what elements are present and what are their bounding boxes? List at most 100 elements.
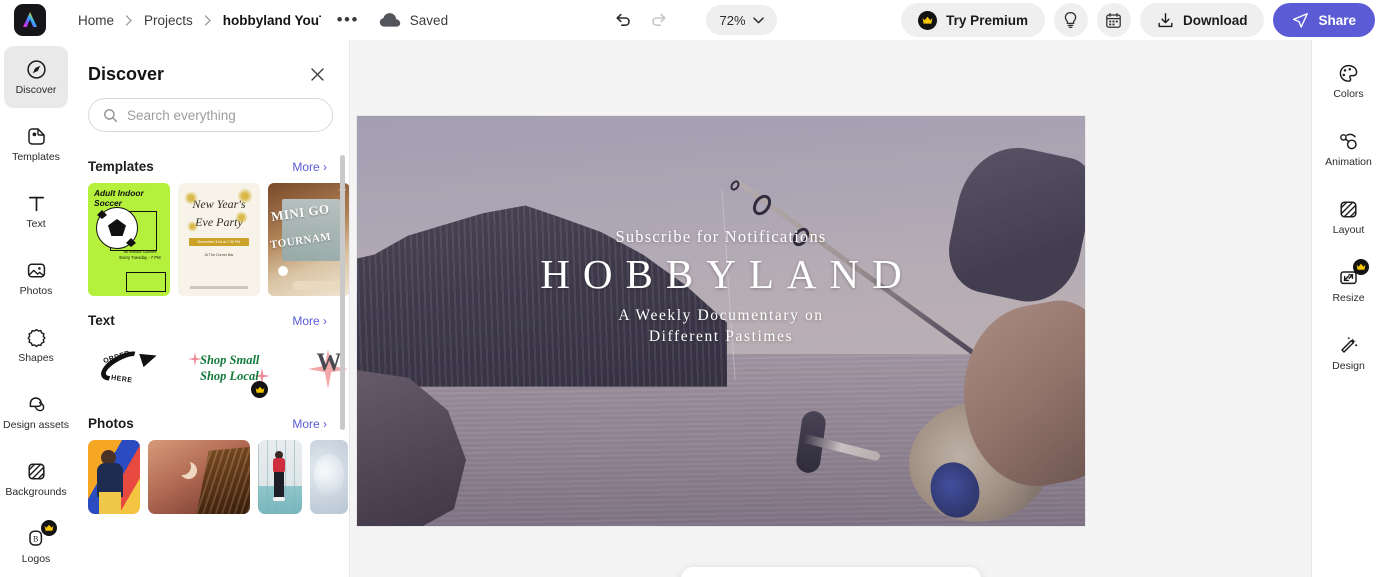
floating-context-toolbar[interactable]	[680, 567, 981, 577]
share-button[interactable]: Share	[1273, 3, 1375, 37]
section-more-link[interactable]: More ›	[292, 314, 327, 328]
sidebar-item-shapes[interactable]: Shapes	[4, 314, 68, 376]
crown-icon	[918, 10, 938, 30]
panel-scroll-area: Templates More › Adult Indoor Soccer 50 …	[72, 142, 349, 577]
section-title: Photos	[88, 416, 134, 431]
sidebar-item-label: Design	[1332, 360, 1365, 373]
section-photos: Photos More ›	[88, 416, 349, 514]
search-box[interactable]	[88, 98, 333, 132]
zoom-level-select[interactable]: 72%	[706, 5, 777, 35]
sidebar-item-label: Animation	[1325, 156, 1372, 169]
download-button[interactable]: Download	[1139, 3, 1265, 37]
discover-panel: Discover Search everything Templates Mor…	[72, 40, 350, 577]
lightbulb-icon	[1062, 11, 1079, 29]
sidebar-item-discover[interactable]: Discover	[4, 46, 68, 108]
text-asset-card[interactable]: Shop Small Shop Local	[186, 337, 276, 399]
artboard-subtitle-line1[interactable]: A Weekly Documentary on	[357, 306, 1085, 327]
backgrounds-icon	[26, 460, 47, 482]
artboard[interactable]: Subscribe for Notifications HOBBYLAND A …	[357, 116, 1085, 526]
text-asset-card[interactable]: ORDER HERE	[88, 337, 178, 399]
sidebar-item-colors[interactable]: Colors	[1316, 52, 1382, 110]
premium-badge-icon	[40, 520, 57, 537]
template-card[interactable]: New Year's Eve Party December 31st at 7:…	[178, 183, 260, 296]
template-card[interactable]: MINI GO TOURNAM ▪▪▪▪▪▪	[268, 183, 349, 296]
sidebar-item-label: Photos	[19, 285, 53, 298]
search-input[interactable]	[127, 107, 318, 123]
photo-icon	[26, 259, 47, 281]
undo-button[interactable]	[608, 5, 638, 35]
try-premium-label: Try Premium	[946, 12, 1028, 28]
template-caption-2: Soccer	[94, 197, 122, 208]
text-thumbnails: ORDER HERE Shop Small Shop Local W	[88, 337, 349, 399]
palette-icon	[1338, 62, 1359, 84]
text-asset-caption-1: Shop Small	[200, 353, 260, 367]
sidebar-item-templates[interactable]: Templates	[4, 113, 68, 175]
template-sub-2: At The Corner Bar	[204, 253, 234, 257]
section-header: Text More ›	[88, 313, 349, 328]
download-icon	[1157, 12, 1174, 29]
calendar-button[interactable]	[1096, 3, 1131, 37]
sidebar-item-backgrounds[interactable]: Backgrounds	[4, 448, 68, 510]
canvas-area[interactable]: Subscribe for Notifications HOBBYLAND A …	[350, 40, 1311, 577]
shapes-icon	[26, 326, 47, 348]
topbar-actions: Try Premium Download Share	[901, 3, 1375, 37]
ideas-button[interactable]	[1053, 3, 1088, 37]
cloud-icon	[379, 12, 401, 28]
breadcrumb-projects[interactable]: Projects	[138, 10, 199, 31]
text-asset-caption-2: HERE	[110, 374, 133, 385]
sidebar-item-design[interactable]: Design	[1316, 324, 1382, 382]
zoom-level-label: 72%	[719, 12, 746, 28]
photo-card[interactable]	[258, 440, 302, 514]
sidebar-item-label: Design assets	[3, 419, 69, 432]
section-text: Text More › ORDER HERE Shop Small Shop L…	[88, 313, 349, 399]
adobe-express-logo[interactable]	[14, 4, 46, 36]
more-options-button[interactable]: •••	[335, 7, 361, 33]
save-status: Saved	[379, 12, 448, 28]
artboard-subtitle-line2[interactable]: Different Pastimes	[357, 327, 1085, 348]
brand-logo-icon: B	[26, 520, 57, 549]
breadcrumb-home[interactable]: Home	[72, 10, 120, 31]
sidebar-item-label: Discover	[15, 84, 57, 97]
section-header: Templates More ›	[88, 159, 349, 174]
photo-card[interactable]	[88, 440, 140, 514]
share-label: Share	[1318, 12, 1356, 28]
sidebar-item-label: Resize	[1332, 292, 1365, 305]
section-title: Templates	[88, 159, 154, 174]
photo-card[interactable]	[310, 440, 348, 514]
sidebar-item-label: Templates	[12, 151, 60, 164]
try-premium-button[interactable]: Try Premium	[901, 3, 1045, 37]
template-sub-1: December 31st at 7:30 PM	[189, 238, 249, 246]
layout-icon	[1338, 198, 1359, 220]
chevron-down-icon	[752, 16, 764, 24]
section-templates: Templates More › Adult Indoor Soccer 50 …	[88, 159, 349, 296]
breadcrumb-chevron-icon-2	[201, 14, 215, 26]
redo-button[interactable]	[644, 5, 674, 35]
sidebar-item-layout[interactable]: Layout	[1316, 188, 1382, 246]
sidebar-item-text[interactable]: Text	[4, 180, 68, 242]
photo-card[interactable]	[148, 440, 250, 514]
section-header: Photos More ›	[88, 416, 349, 431]
breadcrumb-project-title[interactable]: hobbyland YouT	[217, 10, 321, 31]
template-sub-2: Every Tuesday - 7 PM	[119, 255, 161, 261]
artboard-subtitle-top[interactable]: Subscribe for Notifications	[357, 227, 1085, 247]
compass-icon	[26, 58, 47, 80]
close-icon[interactable]	[305, 62, 329, 86]
sidebar-item-logos[interactable]: B Logos	[4, 515, 68, 577]
panel-title: Discover	[88, 63, 165, 84]
template-card[interactable]: Adult Indoor Soccer 50 Minute Games Ever…	[88, 183, 170, 296]
left-tool-rail: Discover Templates Text Photos Shapes De…	[0, 40, 72, 577]
artboard-title[interactable]: HOBBYLAND	[357, 252, 1085, 296]
panel-scrollbar[interactable]	[340, 155, 345, 430]
section-more-link[interactable]: More ›	[292, 160, 327, 174]
section-more-link[interactable]: More ›	[292, 417, 327, 431]
sidebar-item-animation[interactable]: Animation	[1316, 120, 1382, 178]
sidebar-item-design-assets[interactable]: Design assets	[3, 381, 69, 443]
photo-thumbnails	[88, 440, 349, 514]
search-icon	[103, 108, 118, 123]
magic-wand-icon	[1338, 334, 1359, 356]
adobe-express-editor: Home Projects hobbyland YouT ••• Saved 7…	[0, 0, 1385, 577]
sidebar-item-resize[interactable]: Resize	[1316, 256, 1382, 314]
top-bar: Home Projects hobbyland YouT ••• Saved 7…	[0, 0, 1385, 40]
text-asset-caption-2: Shop Local	[200, 368, 259, 383]
sidebar-item-photos[interactable]: Photos	[4, 247, 68, 309]
